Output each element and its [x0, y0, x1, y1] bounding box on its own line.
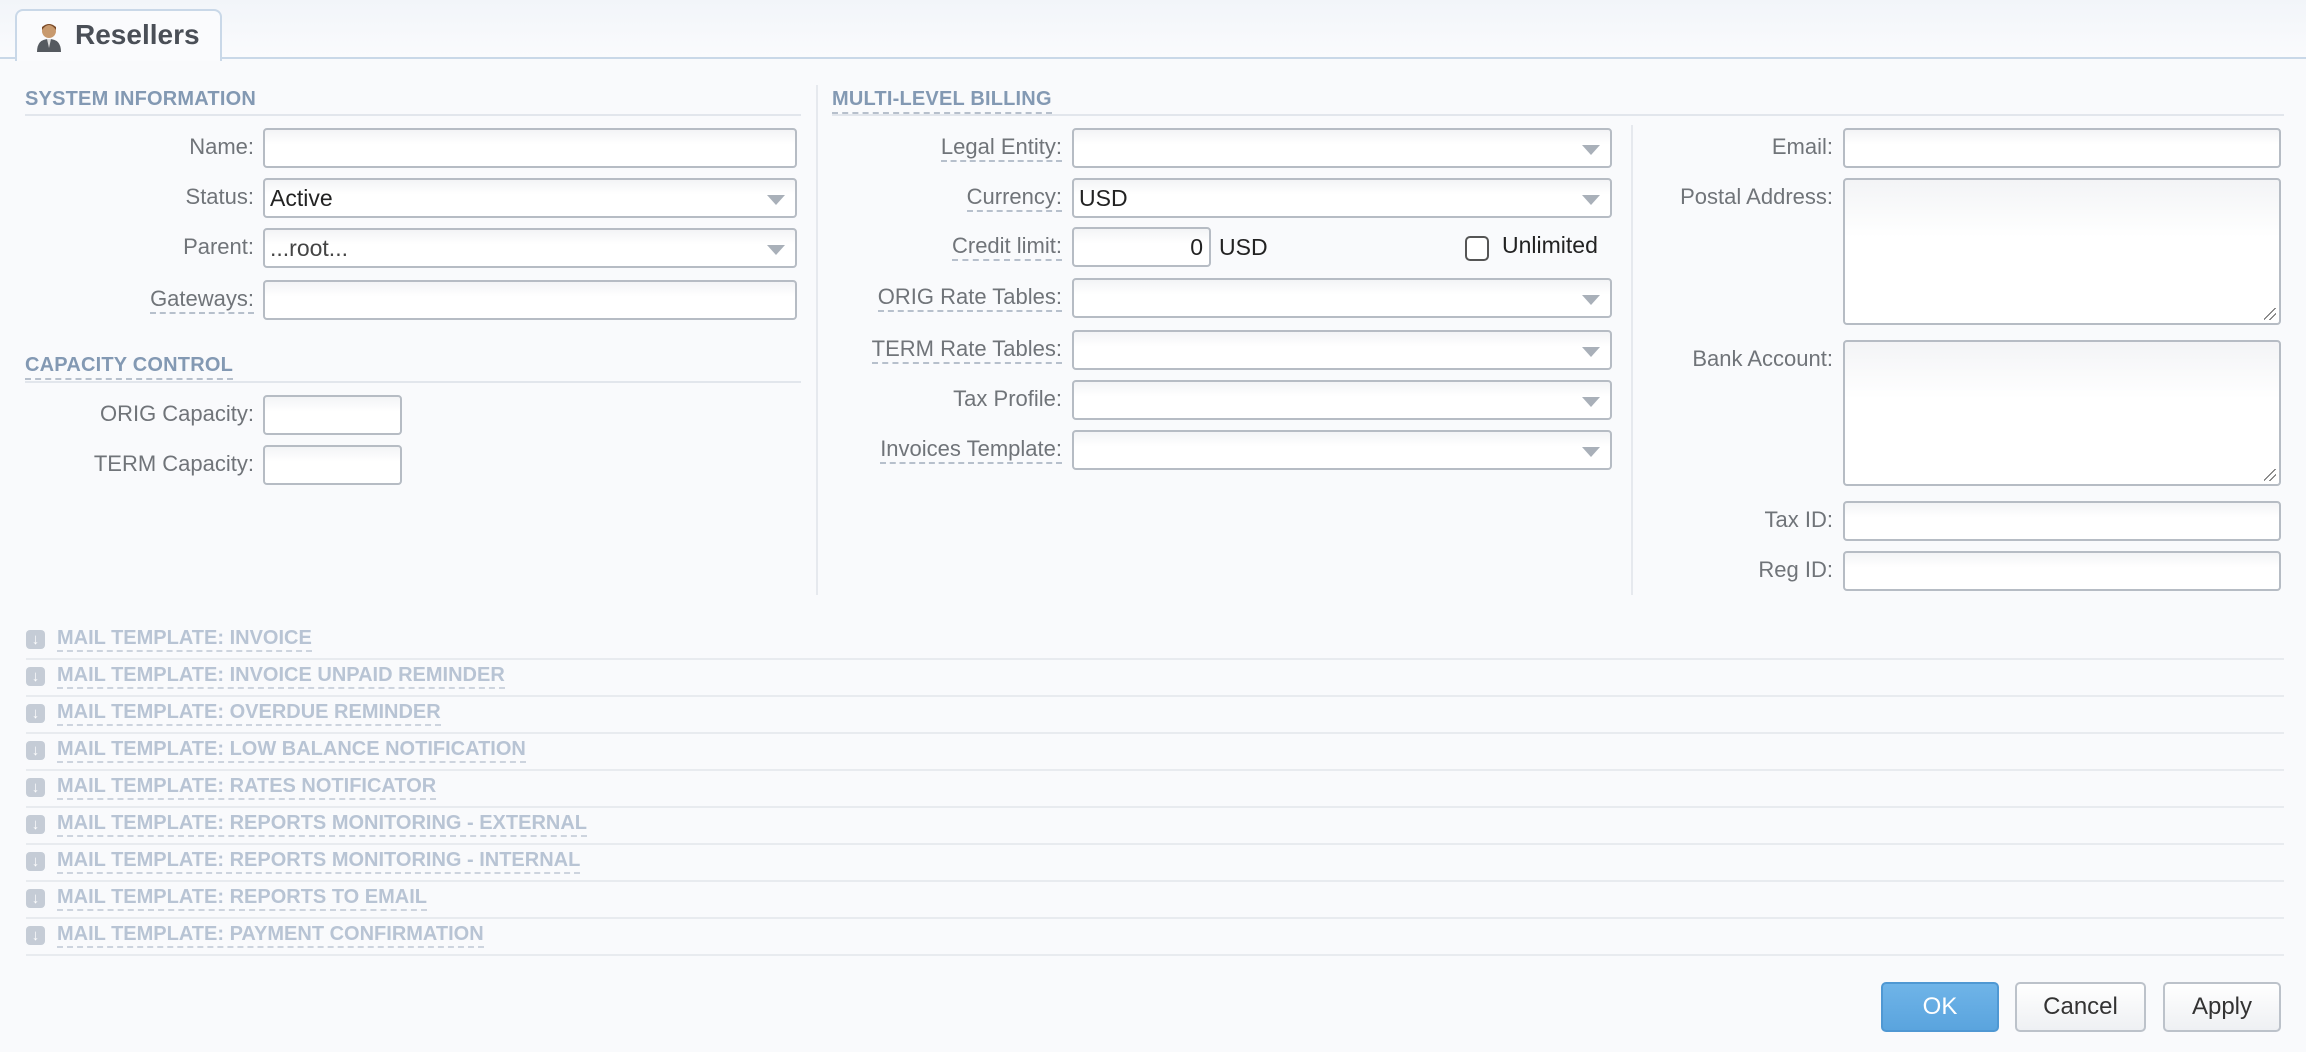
- parent-select[interactable]: ...root...: [263, 228, 797, 268]
- expand-arrow-icon[interactable]: ↓: [26, 926, 45, 945]
- postal-address-textarea[interactable]: [1843, 178, 2281, 325]
- unlimited-label[interactable]: Unlimited: [1502, 232, 1598, 259]
- gateways-input[interactable]: [263, 280, 797, 320]
- mail-template-section[interactable]: ↓ MAIL TEMPLATE: INVOICE: [26, 623, 2284, 660]
- apply-button[interactable]: Apply: [2163, 982, 2281, 1032]
- divider: [832, 114, 2284, 116]
- mail-template-title[interactable]: MAIL TEMPLATE: INVOICE: [57, 627, 312, 652]
- legal-entity-select[interactable]: [1072, 128, 1612, 168]
- expand-arrow-icon[interactable]: ↓: [26, 889, 45, 908]
- reseller-user-icon: [37, 24, 61, 52]
- mail-template-title[interactable]: MAIL TEMPLATE: LOW BALANCE NOTIFICATION: [57, 738, 526, 763]
- orig-rate-tables-label[interactable]: ORIG Rate Tables:: [820, 278, 1062, 318]
- invoices-template-label[interactable]: Invoices Template:: [820, 430, 1062, 470]
- postal-address-label: Postal Address:: [1680, 184, 1833, 209]
- invoices-template-select[interactable]: [1072, 430, 1612, 470]
- status-select[interactable]: Active: [263, 178, 797, 218]
- mail-template-section[interactable]: ↓ MAIL TEMPLATE: REPORTS MONITORING - EXT…: [26, 808, 2284, 845]
- system-information-heading: SYSTEM INFORMATION: [25, 88, 257, 110]
- mail-template-title[interactable]: MAIL TEMPLATE: REPORTS TO EMAIL: [57, 886, 427, 911]
- mail-template-title[interactable]: MAIL TEMPLATE: INVOICE UNPAID REMINDER: [57, 664, 505, 689]
- capacity-control-heading[interactable]: CAPACITY CONTROL: [25, 354, 234, 380]
- parent-label: Parent:: [183, 234, 254, 259]
- name-input[interactable]: [263, 128, 797, 168]
- expand-arrow-icon[interactable]: ↓: [26, 630, 45, 649]
- mail-template-title[interactable]: MAIL TEMPLATE: REPORTS MONITORING - INTE…: [57, 849, 581, 874]
- tab-bar: [0, 0, 2306, 59]
- mail-template-title[interactable]: MAIL TEMPLATE: RATES NOTIFICATOR: [57, 775, 437, 800]
- tab-title: Resellers: [75, 19, 200, 50]
- currency-select[interactable]: USD: [1072, 178, 1612, 218]
- tax-id-label: Tax ID:: [1764, 507, 1833, 532]
- ok-button[interactable]: OK: [1881, 982, 1999, 1032]
- tax-profile-select[interactable]: [1072, 380, 1612, 420]
- bank-account-label: Bank Account:: [1692, 346, 1833, 371]
- orig-rate-tables-select[interactable]: [1072, 278, 1612, 318]
- reg-id-input[interactable]: [1843, 551, 2281, 591]
- divider: [25, 114, 801, 116]
- legal-entity-label[interactable]: Legal Entity:: [820, 128, 1062, 168]
- term-rate-tables-select[interactable]: [1072, 330, 1612, 370]
- status-label: Status:: [185, 184, 254, 209]
- mail-template-title[interactable]: MAIL TEMPLATE: OVERDUE REMINDER: [57, 701, 441, 726]
- expand-arrow-icon[interactable]: ↓: [26, 778, 45, 797]
- credit-limit-label[interactable]: Credit limit:: [820, 227, 1062, 267]
- orig-capacity-label: ORIG Capacity:: [99, 401, 254, 426]
- mail-template-section[interactable]: ↓ MAIL TEMPLATE: LOW BALANCE NOTIFICATION: [26, 734, 2284, 771]
- mail-template-title[interactable]: MAIL TEMPLATE: REPORTS MONITORING - EXTE…: [57, 812, 587, 837]
- tax-profile-label: Tax Profile:: [953, 386, 1062, 411]
- term-capacity-input[interactable]: [263, 445, 402, 485]
- multi-level-billing-heading[interactable]: MULTI-LEVEL BILLING: [832, 88, 1052, 114]
- tab-resellers[interactable]: Resellers: [15, 9, 222, 61]
- mail-template-section[interactable]: ↓ MAIL TEMPLATE: RATES NOTIFICATOR: [26, 771, 2284, 808]
- credit-limit-currency: USD: [1219, 234, 1268, 260]
- credit-limit-input[interactable]: 0: [1072, 227, 1211, 267]
- email-label: Email:: [1771, 134, 1833, 159]
- column-divider: [816, 85, 818, 595]
- resize-handle-icon[interactable]: [2264, 308, 2276, 320]
- bank-account-textarea[interactable]: [1843, 340, 2281, 486]
- name-label: Name:: [189, 134, 254, 159]
- term-rate-tables-label[interactable]: TERM Rate Tables:: [820, 330, 1062, 370]
- mail-template-title[interactable]: MAIL TEMPLATE: PAYMENT CONFIRMATION: [57, 923, 484, 948]
- expand-arrow-icon[interactable]: ↓: [26, 815, 45, 834]
- mail-template-section[interactable]: ↓ MAIL TEMPLATE: REPORTS TO EMAIL: [26, 882, 2284, 919]
- mail-template-section[interactable]: ↓ MAIL TEMPLATE: OVERDUE REMINDER: [26, 697, 2284, 734]
- expand-arrow-icon[interactable]: ↓: [26, 704, 45, 723]
- expand-arrow-icon[interactable]: ↓: [26, 667, 45, 686]
- divider: [25, 381, 801, 383]
- currency-label[interactable]: Currency:: [820, 178, 1062, 218]
- email-input[interactable]: [1843, 128, 2281, 168]
- expand-arrow-icon[interactable]: ↓: [26, 852, 45, 871]
- unlimited-checkbox[interactable]: [1465, 236, 1489, 261]
- gateways-label[interactable]: Gateways:: [0, 280, 254, 320]
- cancel-button[interactable]: Cancel: [2015, 982, 2146, 1032]
- term-capacity-label: TERM Capacity:: [93, 451, 254, 476]
- expand-arrow-icon[interactable]: ↓: [26, 741, 45, 760]
- resize-handle-icon[interactable]: [2264, 469, 2276, 481]
- orig-capacity-input[interactable]: [263, 395, 402, 435]
- reg-id-label: Reg ID:: [1758, 557, 1833, 582]
- mail-template-section[interactable]: ↓ MAIL TEMPLATE: PAYMENT CONFIRMATION: [26, 919, 2284, 956]
- tax-id-input[interactable]: [1843, 501, 2281, 541]
- mail-template-section[interactable]: ↓ MAIL TEMPLATE: REPORTS MONITORING - INT…: [26, 845, 2284, 882]
- mail-template-section[interactable]: ↓ MAIL TEMPLATE: INVOICE UNPAID REMINDER: [26, 660, 2284, 697]
